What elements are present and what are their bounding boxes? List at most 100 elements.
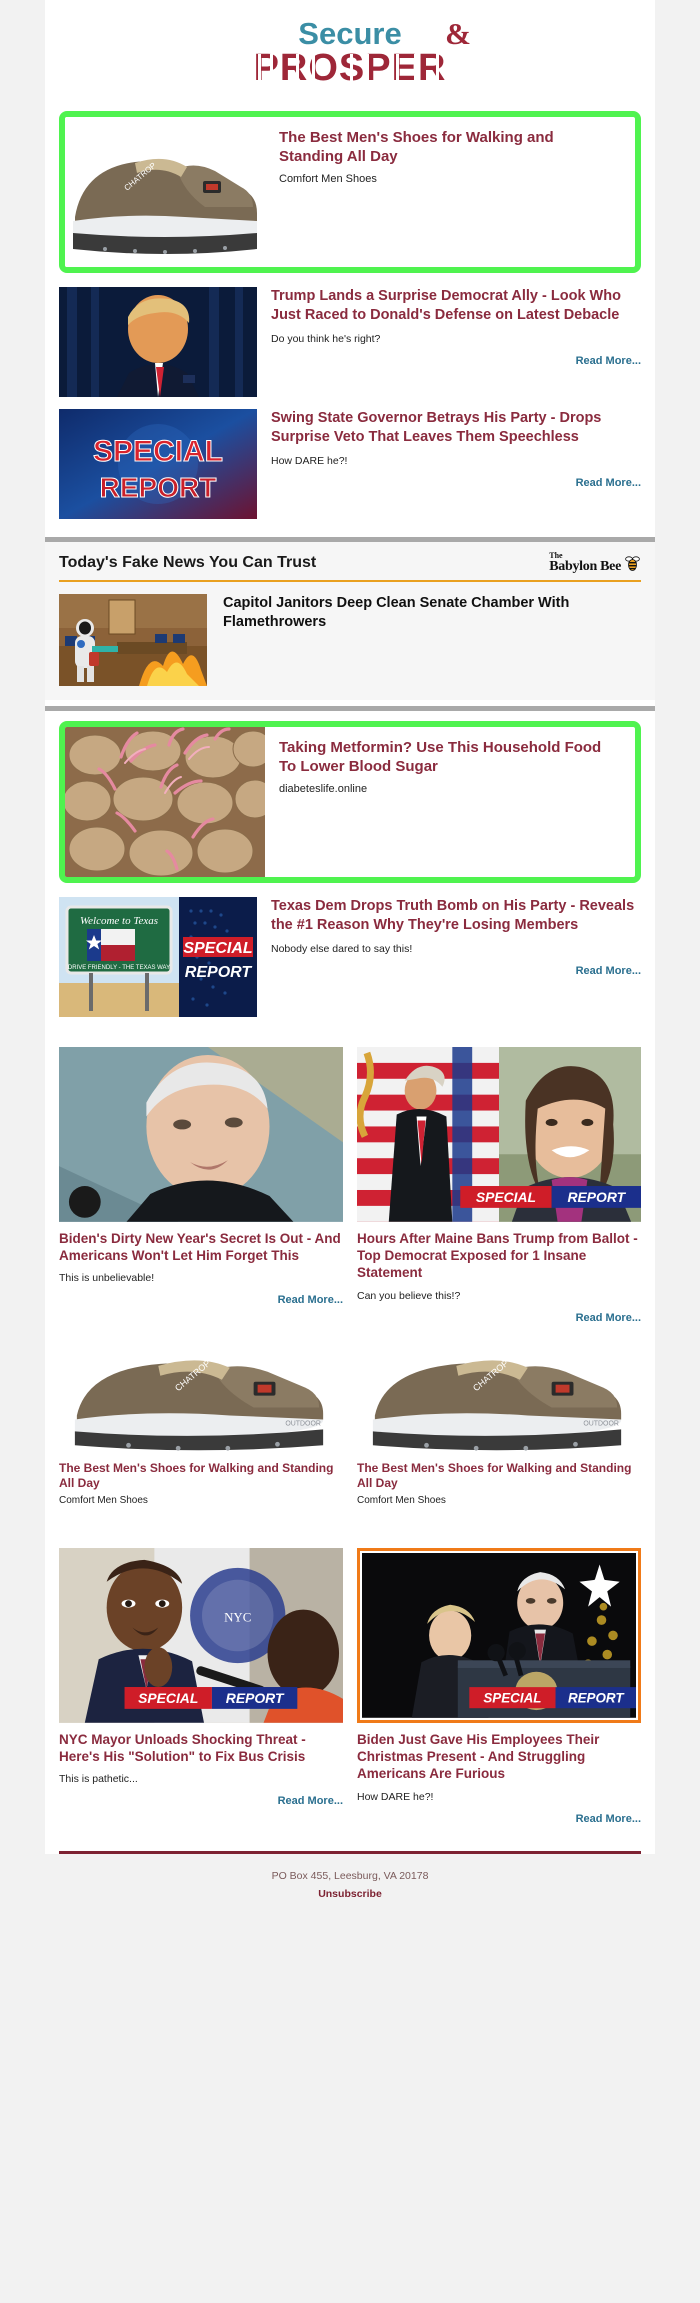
svg-text:SPECIAL: SPECIAL bbox=[483, 1690, 541, 1705]
sponsored-ad-top-source: Comfort Men Shoes bbox=[279, 172, 377, 185]
sponsored-ad-mid-title[interactable]: Taking Metformin? Use This Household Foo… bbox=[279, 739, 621, 777]
article-trump-title[interactable]: Trump Lands a Surprise Democrat Ally - L… bbox=[271, 287, 641, 324]
logo-secure-text: Secure bbox=[298, 16, 401, 51]
svg-text:NYC: NYC bbox=[224, 1610, 251, 1624]
duo-news-1-maine-read-more[interactable]: Read More... bbox=[357, 1312, 641, 1324]
article-row-trump[interactable]: Trump Lands a Surprise Democrat Ally - L… bbox=[45, 287, 655, 409]
sprouting-potatoes-icon bbox=[65, 727, 265, 877]
duo-shoe-2-image[interactable]: CHATROP OUTDOOR bbox=[357, 1339, 641, 1455]
article-trump-image[interactable] bbox=[59, 287, 257, 397]
logo-prosper-stripes: PROSPER bbox=[254, 47, 446, 86]
article-swing-state-title[interactable]: Swing State Governor Betrays His Party -… bbox=[271, 409, 641, 446]
article-trump-read-more[interactable]: Read More... bbox=[271, 355, 641, 367]
article-texas-image[interactable]: Welcome to Texas DRIVE FRIENDLY - THE TE… bbox=[59, 897, 257, 1017]
duo-news-2-biden-christmas-title[interactable]: Biden Just Gave His Employees Their Chri… bbox=[357, 1731, 641, 1783]
duo-news-2-biden-christmas-subtitle: How DARE he?! bbox=[357, 1790, 434, 1803]
babylon-bee-heading: Today's Fake News You Can Trust bbox=[59, 554, 317, 571]
svg-text:OUTDOOR: OUTDOOR bbox=[285, 1420, 320, 1427]
babylon-bee-rule bbox=[59, 580, 641, 582]
article-trump-body: Trump Lands a Surprise Democrat Ally - L… bbox=[257, 287, 641, 397]
spacer bbox=[45, 1830, 655, 1841]
flamethrower-janitor-icon bbox=[59, 594, 207, 686]
spacer bbox=[45, 1529, 655, 1548]
article-row-texas[interactable]: Welcome to Texas DRIVE FRIENDLY - THE TE… bbox=[45, 897, 655, 1029]
svg-text:REPORT: REPORT bbox=[568, 1690, 625, 1705]
shoe-icon: CHATROP OUTDOOR bbox=[357, 1339, 641, 1455]
article-texas-title[interactable]: Texas Dem Drops Truth Bomb on His Party … bbox=[271, 897, 641, 934]
article-swing-state-read-more[interactable]: Read More... bbox=[271, 477, 641, 489]
spacer bbox=[45, 1511, 655, 1530]
duo-news-1-biden-title[interactable]: Biden's Dirty New Year's Secret Is Out -… bbox=[59, 1230, 343, 1265]
section-divider-bottom bbox=[45, 706, 655, 711]
duo-news-2-biden-christmas-image[interactable]: SPECIAL REPORT bbox=[357, 1547, 641, 1723]
duo-news-2-nyc-read-more[interactable]: Read More... bbox=[59, 1795, 343, 1807]
svg-text:REPORT: REPORT bbox=[185, 964, 253, 981]
sponsored-ad-mid-source: diabeteslife.online bbox=[279, 782, 368, 795]
svg-text:Welcome to Texas: Welcome to Texas bbox=[80, 915, 158, 927]
duo-shoes-row: CHATROP OUTDOOR The Best Men's Shoes for… bbox=[45, 1339, 655, 1512]
duo-shoe-1-source: Comfort Men Shoes bbox=[59, 1494, 148, 1506]
email-body: Secure & PROSPER bbox=[45, 0, 655, 1854]
babylon-bee-article-title[interactable]: Capitol Janitors Deep Clean Senate Chamb… bbox=[223, 594, 641, 632]
email-page: Secure & PROSPER bbox=[0, 0, 700, 1926]
duo-news-1-maine-subtitle: Can you believe this!? bbox=[357, 1289, 461, 1302]
duo-news-2-nyc-image[interactable]: NYC SPECIAL REPORT bbox=[59, 1547, 343, 1723]
duo-news-2-nyc-subtitle: This is pathetic... bbox=[59, 1773, 138, 1786]
svg-text:SPECIAL: SPECIAL bbox=[476, 1189, 536, 1205]
duo-news-1-biden-read-more[interactable]: Read More... bbox=[59, 1294, 343, 1306]
sponsored-ad-mid[interactable]: Taking Metformin? Use This Household Foo… bbox=[59, 721, 641, 883]
babylon-bee-section: Today's Fake News You Can Trust The Baby… bbox=[45, 542, 655, 700]
sponsored-ad-top-title[interactable]: The Best Men's Shoes for Walking and Sta… bbox=[279, 129, 621, 167]
nyc-mayor-special-report-icon: NYC SPECIAL REPORT bbox=[59, 1547, 343, 1723]
babylon-bee-header: Today's Fake News You Can Trust The Baby… bbox=[59, 552, 641, 574]
article-texas-read-more[interactable]: Read More... bbox=[271, 965, 641, 977]
article-row-swing-state[interactable]: SPECIAL REPORT Swing State Governor Betr… bbox=[45, 409, 655, 531]
duo-news-2-card-biden-christmas[interactable]: SPECIAL REPORT Biden Just Gave His Emplo… bbox=[357, 1547, 641, 1825]
article-trump-subtitle: Do you think he's right? bbox=[271, 333, 381, 346]
article-texas-subtitle: Nobody else dared to say this! bbox=[271, 943, 413, 956]
duo-news-1-card-biden[interactable]: Biden's Dirty New Year's Secret Is Out -… bbox=[59, 1047, 343, 1324]
special-report-graphic-icon: SPECIAL REPORT bbox=[59, 409, 257, 519]
brand-logo[interactable]: Secure & PROSPER bbox=[45, 0, 655, 101]
svg-text:SPECIAL: SPECIAL bbox=[183, 940, 252, 957]
sponsored-ad-top-image[interactable]: CHATROP bbox=[65, 117, 265, 267]
biden-christmas-special-report-icon: SPECIAL REPORT bbox=[362, 1552, 636, 1718]
duo-news-1-biden-subtitle: This is unbelievable! bbox=[59, 1272, 155, 1285]
unsubscribe-link[interactable]: Unsubscribe bbox=[0, 1888, 700, 1900]
duo-news-1-biden-image[interactable] bbox=[59, 1047, 343, 1222]
trump-photo-icon bbox=[59, 287, 257, 397]
texas-sign-special-report-icon: Welcome to Texas DRIVE FRIENDLY - THE TE… bbox=[59, 897, 257, 1017]
sponsored-ad-top-body: The Best Men's Shoes for Walking and Sta… bbox=[265, 117, 635, 267]
babylon-bee-logo[interactable]: The Babylon Bee bbox=[549, 552, 641, 574]
sponsored-ad-mid-image[interactable] bbox=[65, 727, 265, 877]
svg-text:REPORT: REPORT bbox=[567, 1189, 626, 1205]
babylon-bee-article-image[interactable] bbox=[59, 594, 207, 686]
duo-news-2-card-nyc[interactable]: NYC SPECIAL REPORT NYC Mayor Unloads Sho… bbox=[59, 1547, 343, 1825]
biden-photo-icon bbox=[59, 1047, 343, 1222]
duo-news-1-maine-title[interactable]: Hours After Maine Bans Trump from Ballot… bbox=[357, 1230, 641, 1282]
duo-news-2-nyc-title[interactable]: NYC Mayor Unloads Shocking Threat - Here… bbox=[59, 1731, 343, 1766]
duo-news-1-maine-image[interactable]: SPECIAL REPORT bbox=[357, 1047, 641, 1222]
duo-news-row-1: Biden's Dirty New Year's Secret Is Out -… bbox=[45, 1047, 655, 1330]
shoe-icon: CHATROP OUTDOOR bbox=[59, 1339, 343, 1455]
svg-text:REPORT: REPORT bbox=[100, 472, 217, 503]
sponsored-ad-top[interactable]: CHATROP The Best Men's Shoes for Walking… bbox=[59, 111, 641, 273]
article-swing-state-body: Swing State Governor Betrays His Party -… bbox=[257, 409, 641, 519]
duo-shoe-2-source: Comfort Men Shoes bbox=[357, 1494, 446, 1506]
babylon-bee-logo-name: Babylon Bee bbox=[549, 559, 621, 574]
duo-shoe-2-title[interactable]: The Best Men's Shoes for Walking and Sta… bbox=[357, 1461, 641, 1492]
svg-text:DRIVE FRIENDLY - THE TEXAS WAY: DRIVE FRIENDLY - THE TEXAS WAY bbox=[68, 965, 170, 971]
article-swing-state-image[interactable]: SPECIAL REPORT bbox=[59, 409, 257, 519]
duo-news-2-biden-christmas-read-more[interactable]: Read More... bbox=[357, 1813, 641, 1825]
duo-shoe-card-2[interactable]: CHATROP OUTDOOR The Best Men's Shoes for… bbox=[357, 1339, 641, 1506]
sponsored-ad-mid-body: Taking Metformin? Use This Household Foo… bbox=[265, 727, 635, 877]
duo-shoe-card-1[interactable]: CHATROP OUTDOOR The Best Men's Shoes for… bbox=[59, 1339, 343, 1506]
duo-news-row-2: NYC SPECIAL REPORT NYC Mayor Unloads Sho… bbox=[45, 1547, 655, 1831]
spacer bbox=[45, 1029, 655, 1047]
duo-shoe-1-title[interactable]: The Best Men's Shoes for Walking and Sta… bbox=[59, 1461, 343, 1492]
duo-shoe-1-image[interactable]: CHATROP OUTDOOR bbox=[59, 1339, 343, 1455]
duo-news-1-card-maine[interactable]: SPECIAL REPORT Hours After Maine Bans Tr… bbox=[357, 1047, 641, 1324]
svg-text:SPECIAL: SPECIAL bbox=[138, 1690, 198, 1706]
babylon-bee-article[interactable]: Capitol Janitors Deep Clean Senate Chamb… bbox=[59, 594, 641, 686]
footer-address: PO Box 455, Leesburg, VA 20178 bbox=[271, 1869, 429, 1882]
